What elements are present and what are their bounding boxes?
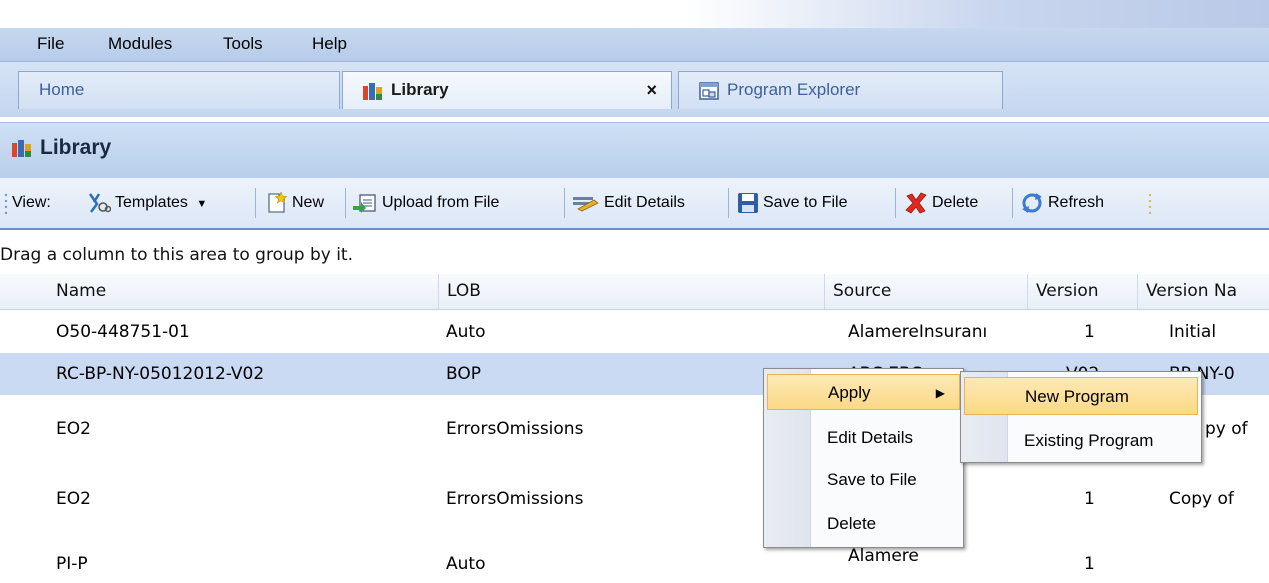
group-by-area[interactable]: Drag a column to this area to group by i… xyxy=(0,239,1269,271)
new-document-icon xyxy=(268,191,288,213)
delete-x-icon xyxy=(905,192,927,214)
upload-icon xyxy=(353,194,376,213)
tab-explorer-label: Program Explorer xyxy=(727,80,861,99)
tab-library[interactable]: Library × xyxy=(342,71,672,109)
toolbar-separator xyxy=(564,188,565,218)
context-menu-apply-label: Apply xyxy=(828,383,871,402)
menu-help[interactable]: Help xyxy=(312,34,347,54)
menu-tools[interactable]: Tools xyxy=(223,34,263,54)
toolbar-separator xyxy=(345,188,346,218)
delete-button[interactable]: Delete xyxy=(904,190,978,216)
library-toolbar: View: Templates ▼ New Upload from File E… xyxy=(0,178,1269,230)
cell-name: PI-P xyxy=(56,554,88,574)
context-menu-save-to-file[interactable]: Save to File xyxy=(767,462,960,498)
cell-name: EO2 xyxy=(56,489,91,509)
menu-modules[interactable]: Modules xyxy=(108,34,172,54)
new-label: New xyxy=(292,194,325,211)
cell-version-name: Initial xyxy=(1169,322,1217,342)
submenu-new-program[interactable]: New Program xyxy=(964,377,1198,415)
save-disk-icon xyxy=(738,192,758,213)
cell-name: RC-BP-NY-05012012-V02 xyxy=(56,364,265,384)
submenu-arrow-icon: ▶ xyxy=(935,386,945,400)
tab-program-explorer[interactable]: Program Explorer xyxy=(678,71,1003,109)
chevron-down-icon: ▼ xyxy=(196,198,208,210)
program-explorer-icon xyxy=(699,81,719,100)
edit-details-label: Edit Details xyxy=(604,194,685,211)
toolbar-end-grip-icon xyxy=(1148,193,1152,214)
group-by-hint: Drag a column to this area to group by i… xyxy=(0,245,353,265)
column-header-version-name[interactable]: Version Na xyxy=(1137,274,1269,309)
library-panel-header: Library xyxy=(0,122,1269,178)
refresh-button[interactable]: Refresh xyxy=(1020,190,1104,216)
table-row[interactable]: O50-448751-01 Auto AlamereInsuranı 1 Ini… xyxy=(0,311,1269,353)
grid-header: Name LOB Source Version Version Na xyxy=(0,274,1269,310)
menu-file[interactable]: File xyxy=(37,34,64,54)
cell-version-name: py of xyxy=(1205,419,1248,439)
toolbar-grip-icon xyxy=(4,193,8,214)
edit-details-icon xyxy=(573,196,599,212)
page-title: Library xyxy=(12,136,111,160)
cell-lob: Auto xyxy=(446,322,486,342)
save-to-file-button[interactable]: Save to File xyxy=(737,190,847,216)
toolbar-separator xyxy=(1012,188,1013,218)
new-button[interactable]: New xyxy=(266,190,324,216)
column-header-name[interactable]: Name xyxy=(48,274,438,309)
cell-lob: BOP xyxy=(446,364,481,384)
cell-version: 1 xyxy=(1084,489,1095,509)
tab-library-label: Library xyxy=(391,80,449,99)
window-top-strip xyxy=(0,0,1269,28)
toolbar-separator xyxy=(895,188,896,218)
column-header-version[interactable]: Version xyxy=(1027,274,1137,309)
cell-name: O50-448751-01 xyxy=(56,322,190,342)
column-header-source[interactable]: Source xyxy=(824,274,1027,309)
cell-lob: ErrorsOmissions xyxy=(446,489,584,509)
table-row[interactable]: EO2 ErrorsOmissions 1 Copy of xyxy=(0,463,1269,535)
tab-home[interactable]: Home xyxy=(18,71,340,109)
cell-lob: Auto xyxy=(446,554,486,574)
toolbar-separator xyxy=(255,188,256,218)
context-menu: Apply ▶ Edit Details Save to File Delete xyxy=(763,368,964,548)
context-menu-delete[interactable]: Delete xyxy=(767,506,960,542)
context-menu-apply[interactable]: Apply ▶ xyxy=(767,374,960,410)
cell-lob: ErrorsOmissions xyxy=(446,419,584,439)
toolbar-separator xyxy=(728,188,729,218)
refresh-label: Refresh xyxy=(1048,194,1105,211)
cell-version-name: Copy of xyxy=(1169,489,1234,509)
upload-label: Upload from File xyxy=(382,194,500,211)
templates-dropdown[interactable]: Templates ▼ xyxy=(87,190,207,216)
context-menu-edit-details[interactable]: Edit Details xyxy=(767,420,960,456)
library-books-icon xyxy=(363,82,382,100)
menu-bar: File Modules Tools Help xyxy=(0,28,1269,62)
cell-version: 1 xyxy=(1084,322,1095,342)
upload-button[interactable]: Upload from File xyxy=(352,190,499,216)
cell-source: AlamereInsuranı xyxy=(848,322,988,342)
edit-details-button[interactable]: Edit Details xyxy=(572,190,685,216)
cell-name: EO2 xyxy=(56,419,91,439)
submenu-existing-program[interactable]: Existing Program xyxy=(964,422,1198,460)
page-title-label: Library xyxy=(40,136,112,159)
table-row[interactable]: PI-P Auto Alamere 1 xyxy=(0,545,1269,583)
cell-version: 1 xyxy=(1084,554,1095,574)
apply-submenu: New Program Existing Program xyxy=(960,371,1202,463)
tab-home-label: Home xyxy=(39,80,85,99)
templates-icon xyxy=(88,193,111,213)
view-label: View: xyxy=(12,194,51,211)
column-header-lob[interactable]: LOB xyxy=(438,274,824,309)
library-books-icon xyxy=(12,140,31,158)
delete-label: Delete xyxy=(932,194,979,211)
tab-close-icon[interactable]: × xyxy=(646,72,657,108)
refresh-icon xyxy=(1022,192,1042,213)
templates-label: Templates xyxy=(115,194,188,211)
tab-bar: Home Library × Program Explorer xyxy=(0,62,1269,117)
save-to-file-label: Save to File xyxy=(763,194,848,211)
